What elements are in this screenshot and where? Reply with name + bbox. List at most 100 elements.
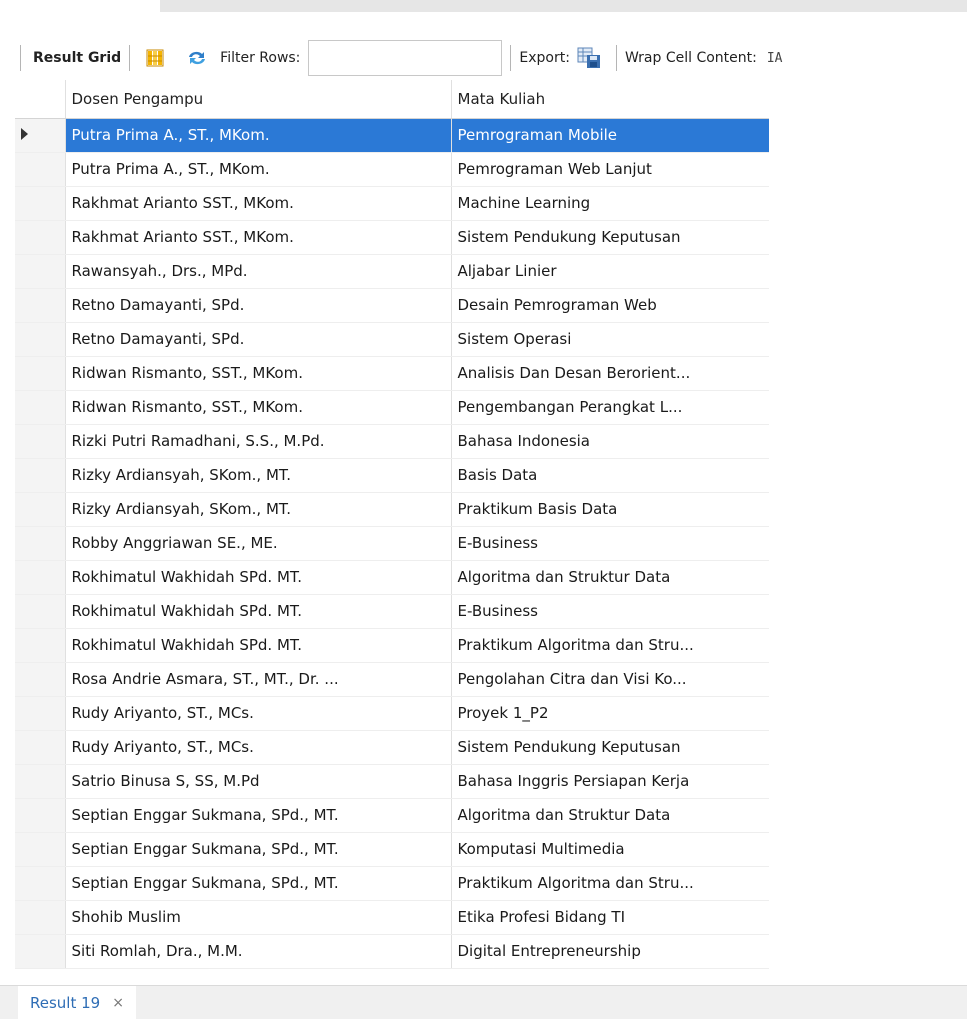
filter-rows-input[interactable] [308,40,503,76]
row-header[interactable] [15,288,66,323]
row-header[interactable] [15,390,66,425]
cell-mata-kuliah[interactable]: Pemrograman Web Lanjut [451,152,769,187]
row-header[interactable] [15,900,66,935]
cell-dosen-pengampu[interactable]: Septian Enggar Sukmana, SPd., MT. [65,866,452,901]
row-header[interactable] [15,186,66,221]
cell-mata-kuliah[interactable]: E-Business [451,594,769,629]
cell-dosen-pengampu[interactable]: Putra Prima A., ST., MKom. [65,152,452,187]
row-header[interactable] [15,356,66,391]
cell-mata-kuliah[interactable]: Praktikum Basis Data [451,492,769,527]
cell-mata-kuliah[interactable]: Digital Entrepreneurship [451,934,769,969]
table-row[interactable]: Rakhmat Arianto SST., MKom. Sistem Penduk… [15,220,769,255]
table-row[interactable]: Rizky Ardiansyah, SKom., MT. Praktikum Ba… [15,492,769,527]
row-header[interactable] [15,220,66,255]
cell-mata-kuliah[interactable]: Bahasa Indonesia [451,424,769,459]
row-header[interactable] [15,832,66,867]
cell-mata-kuliah[interactable]: Aljabar Linier [451,254,769,289]
table-row[interactable]: Shohib Muslim Etika Profesi Bidang TI [15,900,769,935]
table-row[interactable]: Rizki Putri Ramadhani, S.S., M.Pd. Bahasa… [15,424,769,459]
grid-layout-icon[interactable] [144,47,166,69]
cell-mata-kuliah[interactable]: Algoritma dan Struktur Data [451,798,769,833]
cell-dosen-pengampu[interactable]: Rakhmat Arianto SST., MKom. [65,186,452,221]
wrap-cell-icon[interactable]: IA [767,51,783,66]
cell-mata-kuliah[interactable]: Machine Learning [451,186,769,221]
cell-mata-kuliah[interactable]: Analisis Dan Desan Berorient... [451,356,769,391]
cell-mata-kuliah[interactable]: E-Business [451,526,769,561]
cell-dosen-pengampu[interactable]: Septian Enggar Sukmana, SPd., MT. [65,798,452,833]
row-header[interactable] [15,628,66,663]
table-row[interactable]: Siti Romlah, Dra., M.M. Digital Entrepren… [15,934,769,969]
table-row[interactable]: Rokhimatul Wakhidah SPd. MT. E-Business [15,594,769,629]
table-row[interactable]: Robby Anggriawan SE., ME. E-Business [15,526,769,561]
cell-mata-kuliah[interactable]: Praktikum Algoritma dan Stru... [451,866,769,901]
row-header[interactable] [15,764,66,799]
cell-mata-kuliah[interactable]: Komputasi Multimedia [451,832,769,867]
cell-dosen-pengampu[interactable]: Rudy Ariyanto, ST., MCs. [65,696,452,731]
table-row[interactable]: Rawansyah., Drs., MPd. Aljabar Linier [15,254,769,289]
table-row[interactable]: Retno Damayanti, SPd. Sistem Operasi [15,322,769,357]
cell-dosen-pengampu[interactable]: Retno Damayanti, SPd. [65,322,452,357]
close-icon[interactable]: × [112,995,124,1011]
cell-mata-kuliah[interactable]: Etika Profesi Bidang TI [451,900,769,935]
table-row[interactable]: Rudy Ariyanto, ST., MCs. Proyek 1_P2 [15,696,769,731]
cell-dosen-pengampu[interactable]: Putra Prima A., ST., MKom. [65,118,452,153]
cell-dosen-pengampu[interactable]: Rosa Andrie Asmara, ST., MT., Dr. ... [65,662,452,697]
cell-dosen-pengampu[interactable]: Retno Damayanti, SPd. [65,288,452,323]
table-row[interactable]: Rizky Ardiansyah, SKom., MT. Basis Data [15,458,769,493]
cell-mata-kuliah[interactable]: Sistem Pendukung Keputusan [451,220,769,255]
cell-mata-kuliah[interactable]: Bahasa Inggris Persiapan Kerja [451,764,769,799]
row-header[interactable] [15,492,66,527]
cell-dosen-pengampu[interactable]: Rokhimatul Wakhidah SPd. MT. [65,628,452,663]
cell-dosen-pengampu[interactable]: Rakhmat Arianto SST., MKom. [65,220,452,255]
cell-dosen-pengampu[interactable]: Ridwan Rismanto, SST., MKom. [65,390,452,425]
table-row[interactable]: Putra Prima A., ST., MKom. Pemrograman We… [15,152,769,187]
table-row[interactable]: Rokhimatul Wakhidah SPd. MT. Praktikum Al… [15,628,769,663]
cell-dosen-pengampu[interactable]: Siti Romlah, Dra., M.M. [65,934,452,969]
row-header[interactable] [15,866,66,901]
export-icon[interactable] [576,47,602,69]
cell-dosen-pengampu[interactable]: Ridwan Rismanto, SST., MKom. [65,356,452,391]
refresh-icon[interactable] [186,47,208,69]
table-row[interactable]: Retno Damayanti, SPd. Desain Pemrograman … [15,288,769,323]
result-grid-button[interactable]: Result Grid [33,50,121,66]
cell-mata-kuliah[interactable]: Pengembangan Perangkat L... [451,390,769,425]
cell-dosen-pengampu[interactable]: Satrio Binusa S, SS, M.Pd [65,764,452,799]
table-row[interactable]: Rosa Andrie Asmara, ST., MT., Dr. ... Pen… [15,662,769,697]
cell-dosen-pengampu[interactable]: Rudy Ariyanto, ST., MCs. [65,730,452,765]
row-header[interactable] [15,730,66,765]
cell-dosen-pengampu[interactable]: Rawansyah., Drs., MPd. [65,254,452,289]
cell-dosen-pengampu[interactable]: Shohib Muslim [65,900,452,935]
cell-mata-kuliah[interactable]: Sistem Pendukung Keputusan [451,730,769,765]
cell-dosen-pengampu[interactable]: Rizky Ardiansyah, SKom., MT. [65,458,452,493]
table-row[interactable]: Septian Enggar Sukmana, SPd., MT. Praktik… [15,866,769,901]
cell-dosen-pengampu[interactable]: Rokhimatul Wakhidah SPd. MT. [65,560,452,595]
active-editor-tab[interactable] [0,0,160,12]
row-header[interactable] [15,254,66,289]
column-header-mata-kuliah[interactable]: Mata Kuliah [451,80,769,119]
table-row[interactable]: Rakhmat Arianto SST., MKom. Machine Learn… [15,186,769,221]
table-row[interactable]: Rokhimatul Wakhidah SPd. MT. Algoritma da… [15,560,769,595]
row-header[interactable] [15,560,66,595]
cell-mata-kuliah[interactable]: Sistem Operasi [451,322,769,357]
cell-mata-kuliah[interactable]: Basis Data [451,458,769,493]
table-row[interactable]: Septian Enggar Sukmana, SPd., MT. Algorit… [15,798,769,833]
table-row[interactable]: Satrio Binusa S, SS, M.Pd Bahasa Inggris … [15,764,769,799]
row-header[interactable] [15,458,66,493]
row-header[interactable] [15,934,66,969]
row-header[interactable] [15,594,66,629]
row-header[interactable] [15,526,66,561]
row-header[interactable] [15,424,66,459]
cell-dosen-pengampu[interactable]: Rizky Ardiansyah, SKom., MT. [65,492,452,527]
cell-dosen-pengampu[interactable]: Rokhimatul Wakhidah SPd. MT. [65,594,452,629]
cell-mata-kuliah[interactable]: Praktikum Algoritma dan Stru... [451,628,769,663]
row-header[interactable] [15,798,66,833]
table-row[interactable]: Ridwan Rismanto, SST., MKom. Pengembangan… [15,390,769,425]
cell-mata-kuliah[interactable]: Proyek 1_P2 [451,696,769,731]
table-row[interactable]: Rudy Ariyanto, ST., MCs. Sistem Pendukung… [15,730,769,765]
table-row[interactable]: Ridwan Rismanto, SST., MKom. Analisis Dan… [15,356,769,391]
cell-dosen-pengampu[interactable]: Robby Anggriawan SE., ME. [65,526,452,561]
result-tab[interactable]: Result 19 × [18,986,136,1019]
row-header[interactable] [15,696,66,731]
table-row[interactable]: Septian Enggar Sukmana, SPd., MT. Komputa… [15,832,769,867]
table-row[interactable]: Putra Prima A., ST., MKom. Pemrograman Mo… [15,118,769,153]
